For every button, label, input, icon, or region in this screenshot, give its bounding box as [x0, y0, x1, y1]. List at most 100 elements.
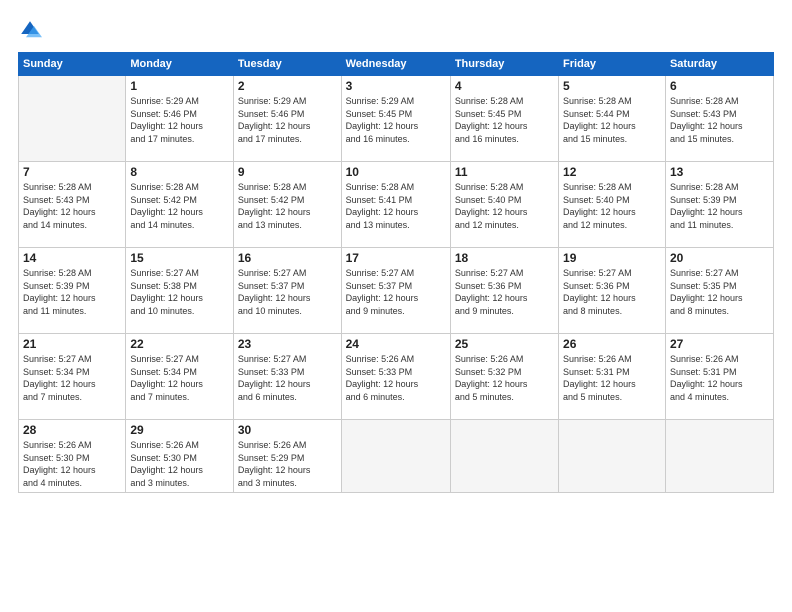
calendar-cell: 18 Sunrise: 5:27 AM Sunset: 5:36 PM Dayli…	[450, 248, 558, 334]
day-info: Sunrise: 5:27 AM Sunset: 5:36 PM Dayligh…	[455, 267, 554, 317]
day-info: Sunrise: 5:28 AM Sunset: 5:43 PM Dayligh…	[670, 95, 769, 145]
day-number: 14	[23, 251, 121, 265]
day-info: Sunrise: 5:26 AM Sunset: 5:31 PM Dayligh…	[670, 353, 769, 403]
day-info: Sunrise: 5:29 AM Sunset: 5:45 PM Dayligh…	[346, 95, 446, 145]
day-number: 27	[670, 337, 769, 351]
day-info: Sunrise: 5:27 AM Sunset: 5:38 PM Dayligh…	[130, 267, 229, 317]
day-number: 3	[346, 79, 446, 93]
calendar-cell: 1 Sunrise: 5:29 AM Sunset: 5:46 PM Daylig…	[126, 76, 234, 162]
calendar-cell: 21 Sunrise: 5:27 AM Sunset: 5:34 PM Dayli…	[19, 334, 126, 420]
day-number: 21	[23, 337, 121, 351]
day-info: Sunrise: 5:28 AM Sunset: 5:40 PM Dayligh…	[563, 181, 661, 231]
day-info: Sunrise: 5:28 AM Sunset: 5:45 PM Dayligh…	[455, 95, 554, 145]
weekday-monday: Monday	[126, 53, 234, 76]
day-number: 9	[238, 165, 337, 179]
day-info: Sunrise: 5:27 AM Sunset: 5:34 PM Dayligh…	[130, 353, 229, 403]
day-number: 18	[455, 251, 554, 265]
day-info: Sunrise: 5:28 AM Sunset: 5:42 PM Dayligh…	[238, 181, 337, 231]
calendar-cell: 17Sunrise: 5:27 AM Sunset: 5:37 PM Dayli…	[341, 248, 450, 334]
week-row: 7 Sunrise: 5:28 AM Sunset: 5:43 PM Daylig…	[19, 162, 774, 248]
calendar-cell: 29 Sunrise: 5:26 AM Sunset: 5:30 PM Dayli…	[126, 420, 234, 493]
calendar-cell	[341, 420, 450, 493]
calendar-cell: 9 Sunrise: 5:28 AM Sunset: 5:42 PM Daylig…	[233, 162, 341, 248]
day-info: Sunrise: 5:26 AM Sunset: 5:32 PM Dayligh…	[455, 353, 554, 403]
calendar-cell: 6 Sunrise: 5:28 AM Sunset: 5:43 PM Daylig…	[665, 76, 773, 162]
calendar-cell: 16 Sunrise: 5:27 AM Sunset: 5:37 PM Dayli…	[233, 248, 341, 334]
day-info: Sunrise: 5:27 AM Sunset: 5:37 PM Dayligh…	[238, 267, 337, 317]
calendar-cell	[19, 76, 126, 162]
day-number: 6	[670, 79, 769, 93]
calendar-cell: 14 Sunrise: 5:28 AM Sunset: 5:39 PM Dayli…	[19, 248, 126, 334]
calendar-cell: 7 Sunrise: 5:28 AM Sunset: 5:43 PM Daylig…	[19, 162, 126, 248]
calendar-cell: 30Sunrise: 5:26 AM Sunset: 5:29 PM Dayli…	[233, 420, 341, 493]
weekday-thursday: Thursday	[450, 53, 558, 76]
week-row: 14 Sunrise: 5:28 AM Sunset: 5:39 PM Dayli…	[19, 248, 774, 334]
calendar-cell: 12 Sunrise: 5:28 AM Sunset: 5:40 PM Dayli…	[559, 162, 666, 248]
weekday-friday: Friday	[559, 53, 666, 76]
week-row: 28 Sunrise: 5:26 AM Sunset: 5:30 PM Dayli…	[19, 420, 774, 493]
day-info: Sunrise: 5:26 AM Sunset: 5:31 PM Dayligh…	[563, 353, 661, 403]
day-number: 24	[346, 337, 446, 351]
day-number: 25	[455, 337, 554, 351]
page-header	[18, 18, 774, 42]
weekday-saturday: Saturday	[665, 53, 773, 76]
logo	[18, 18, 46, 42]
day-info: Sunrise: 5:28 AM Sunset: 5:41 PM Dayligh…	[346, 181, 446, 231]
calendar-cell: 3 Sunrise: 5:29 AM Sunset: 5:45 PM Daylig…	[341, 76, 450, 162]
day-number: 28	[23, 423, 121, 437]
calendar-cell: 8 Sunrise: 5:28 AM Sunset: 5:42 PM Daylig…	[126, 162, 234, 248]
day-info: Sunrise: 5:26 AM Sunset: 5:30 PM Dayligh…	[23, 439, 121, 489]
day-info: Sunrise: 5:28 AM Sunset: 5:39 PM Dayligh…	[670, 181, 769, 231]
day-info: Sunrise: 5:27 AM Sunset: 5:33 PM Dayligh…	[238, 353, 337, 403]
calendar-cell: 25 Sunrise: 5:26 AM Sunset: 5:32 PM Dayli…	[450, 334, 558, 420]
day-info: Sunrise: 5:28 AM Sunset: 5:40 PM Dayligh…	[455, 181, 554, 231]
day-number: 5	[563, 79, 661, 93]
calendar-cell: 27 Sunrise: 5:26 AM Sunset: 5:31 PM Dayli…	[665, 334, 773, 420]
day-number: 19	[563, 251, 661, 265]
day-number: 22	[130, 337, 229, 351]
day-number: 16	[238, 251, 337, 265]
day-info: Sunrise: 5:28 AM Sunset: 5:42 PM Dayligh…	[130, 181, 229, 231]
calendar-cell	[559, 420, 666, 493]
day-number: 13	[670, 165, 769, 179]
day-info: Sunrise: 5:26 AM Sunset: 5:30 PM Dayligh…	[130, 439, 229, 489]
calendar: SundayMondayTuesdayWednesdayThursdayFrid…	[18, 52, 774, 493]
calendar-cell: 24 Sunrise: 5:26 AM Sunset: 5:33 PM Dayli…	[341, 334, 450, 420]
day-info: Sunrise: 5:27 AM Sunset: 5:36 PM Dayligh…	[563, 267, 661, 317]
day-number: 1	[130, 79, 229, 93]
day-number: 4	[455, 79, 554, 93]
day-info: Sunrise: 5:27 AM Sunset: 5:34 PM Dayligh…	[23, 353, 121, 403]
weekday-wednesday: Wednesday	[341, 53, 450, 76]
day-number: 15	[130, 251, 229, 265]
day-info: Sunrise: 5:28 AM Sunset: 5:39 PM Dayligh…	[23, 267, 121, 317]
calendar-cell: 5 Sunrise: 5:28 AM Sunset: 5:44 PM Daylig…	[559, 76, 666, 162]
day-number: 8	[130, 165, 229, 179]
calendar-cell	[450, 420, 558, 493]
day-number: 2	[238, 79, 337, 93]
calendar-cell: 22 Sunrise: 5:27 AM Sunset: 5:34 PM Dayli…	[126, 334, 234, 420]
day-number: 23	[238, 337, 337, 351]
day-info: Sunrise: 5:26 AM Sunset: 5:33 PM Dayligh…	[346, 353, 446, 403]
day-number: 26	[563, 337, 661, 351]
calendar-cell: 11Sunrise: 5:28 AM Sunset: 5:40 PM Dayli…	[450, 162, 558, 248]
calendar-cell: 20Sunrise: 5:27 AM Sunset: 5:35 PM Dayli…	[665, 248, 773, 334]
day-info: Sunrise: 5:28 AM Sunset: 5:44 PM Dayligh…	[563, 95, 661, 145]
calendar-cell: 23 Sunrise: 5:27 AM Sunset: 5:33 PM Dayli…	[233, 334, 341, 420]
day-number: 7	[23, 165, 121, 179]
weekday-header-row: SundayMondayTuesdayWednesdayThursdayFrid…	[19, 53, 774, 76]
calendar-cell: 10Sunrise: 5:28 AM Sunset: 5:41 PM Dayli…	[341, 162, 450, 248]
calendar-cell: 2Sunrise: 5:29 AM Sunset: 5:46 PM Daylig…	[233, 76, 341, 162]
week-row: 21 Sunrise: 5:27 AM Sunset: 5:34 PM Dayli…	[19, 334, 774, 420]
day-number: 12	[563, 165, 661, 179]
calendar-cell: 15 Sunrise: 5:27 AM Sunset: 5:38 PM Dayli…	[126, 248, 234, 334]
day-info: Sunrise: 5:27 AM Sunset: 5:37 PM Dayligh…	[346, 267, 446, 317]
day-info: Sunrise: 5:28 AM Sunset: 5:43 PM Dayligh…	[23, 181, 121, 231]
weekday-sunday: Sunday	[19, 53, 126, 76]
calendar-cell	[665, 420, 773, 493]
calendar-cell: 4 Sunrise: 5:28 AM Sunset: 5:45 PM Daylig…	[450, 76, 558, 162]
calendar-cell: 13 Sunrise: 5:28 AM Sunset: 5:39 PM Dayli…	[665, 162, 773, 248]
day-info: Sunrise: 5:27 AM Sunset: 5:35 PM Dayligh…	[670, 267, 769, 317]
logo-icon	[18, 18, 42, 42]
day-number: 29	[130, 423, 229, 437]
day-info: Sunrise: 5:29 AM Sunset: 5:46 PM Dayligh…	[130, 95, 229, 145]
